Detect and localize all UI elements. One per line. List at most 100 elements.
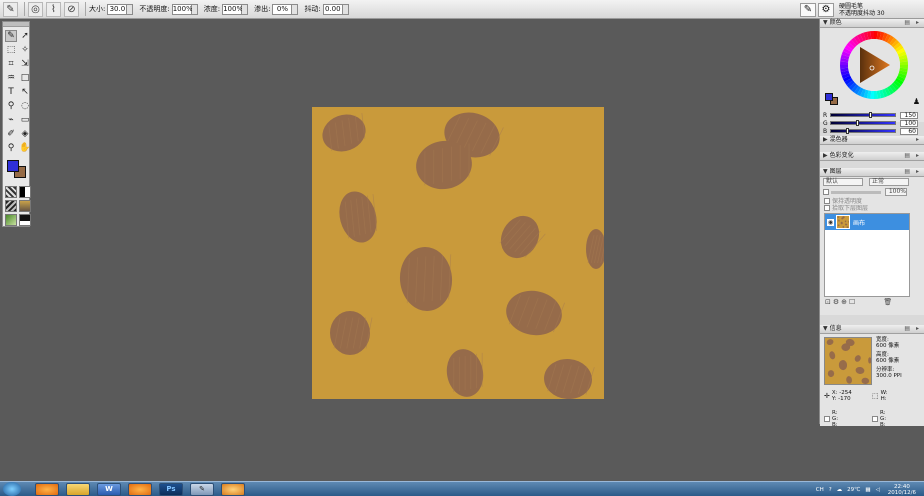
- color-wheel[interactable]: [820, 30, 924, 100]
- brush-library-icon[interactable]: ⚙: [818, 2, 834, 17]
- paper-icon[interactable]: [5, 186, 17, 198]
- pattern-icon[interactable]: [19, 186, 31, 198]
- network-icon[interactable]: ▦: [865, 487, 870, 493]
- blend-mode-select[interactable]: 正常: [869, 178, 909, 186]
- firefox-taskbar-icon[interactable]: [35, 482, 59, 496]
- dropper-icon[interactable]: ⌁: [5, 114, 17, 126]
- weave-icon[interactable]: [19, 200, 31, 212]
- divine-icon[interactable]: ◈: [19, 128, 31, 140]
- red-value-input[interactable]: 150: [900, 111, 918, 119]
- shape-icon[interactable]: □: [19, 72, 31, 84]
- volume-icon[interactable]: ◁: [876, 487, 880, 493]
- red-slider-thumb[interactable]: [869, 112, 872, 118]
- size-stepper[interactable]: [127, 3, 134, 15]
- word-taskbar-icon[interactable]: W: [97, 482, 121, 496]
- layer-commands-icon[interactable]: ⊡: [825, 298, 833, 306]
- red-slider[interactable]: [830, 112, 896, 118]
- panel-menu-icon[interactable]: ▸: [916, 136, 924, 144]
- layer-item-canvas[interactable]: ◉ 画布: [825, 214, 909, 230]
- opacity-input[interactable]: 100%: [171, 3, 193, 15]
- layer-opacity-input[interactable]: 100%: [885, 188, 907, 196]
- app-taskbar-icon[interactable]: [221, 482, 245, 496]
- clock[interactable]: 22:40 2010/12/6: [888, 484, 916, 496]
- magnifier-icon[interactable]: ⚲: [5, 142, 17, 154]
- preserve-transparency-checkbox[interactable]: [824, 197, 830, 204]
- explorer-taskbar-icon[interactable]: [66, 482, 90, 496]
- help-icon[interactable]: ?: [829, 487, 832, 493]
- panel-menu-icon[interactable]: ▤ ▸: [904, 325, 924, 333]
- bleed-input[interactable]: 0%: [272, 3, 293, 15]
- crop-icon[interactable]: ⌗: [5, 58, 17, 70]
- size-input[interactable]: 30.0: [107, 3, 128, 15]
- gradient-icon[interactable]: [5, 200, 17, 212]
- collapse-icon[interactable]: ▼: [823, 168, 828, 176]
- browser-taskbar-icon[interactable]: [128, 482, 152, 496]
- transform-icon[interactable]: ⇲: [19, 58, 31, 70]
- opacity-lock-icon[interactable]: [823, 189, 829, 195]
- brush-preset-selector[interactable]: ✎ ⚙ 硬圆毛笔 不透明度抖动 30: [800, 1, 920, 18]
- collapse-icon[interactable]: ▼: [823, 19, 828, 27]
- lasso-icon[interactable]: ◌: [19, 100, 31, 112]
- bleed-stepper[interactable]: [292, 3, 299, 15]
- brush-tool-icon[interactable]: ✎: [3, 1, 18, 17]
- nozzle-icon[interactable]: [5, 214, 17, 226]
- info-panel-header[interactable]: ▼ 信息 ▤ ▸: [820, 325, 924, 334]
- new-group-icon[interactable]: ⊕: [841, 298, 849, 306]
- dynamic-plugins-icon[interactable]: ⚙: [833, 298, 841, 306]
- document-thumbnail: [824, 337, 872, 385]
- layers-panel-header[interactable]: ▼ 图层 ▤ ▸: [820, 168, 924, 177]
- cloner-icon[interactable]: ⚲: [5, 100, 17, 112]
- paint-bucket-icon[interactable]: ♒: [5, 72, 17, 84]
- toolbar-separator: [85, 2, 86, 16]
- photoshop-taskbar-icon[interactable]: Ps: [159, 482, 183, 496]
- density-input[interactable]: 100%: [222, 3, 243, 15]
- text-tool-icon[interactable]: T: [5, 86, 17, 98]
- jitter-input[interactable]: 0.00: [322, 3, 343, 15]
- layer-opacity-slider[interactable]: [831, 190, 881, 194]
- pick-down-row[interactable]: 拾取下层图层: [820, 204, 924, 212]
- panel-foreground-swatch[interactable]: [825, 93, 833, 101]
- look-icon[interactable]: [19, 214, 31, 226]
- start-button[interactable]: [3, 482, 21, 496]
- hand-icon[interactable]: ✋: [19, 142, 31, 154]
- panel-menu-icon[interactable]: ▤ ▸: [904, 152, 924, 160]
- green-value-input[interactable]: 100: [900, 119, 918, 127]
- pick-down-checkbox[interactable]: [824, 204, 830, 211]
- opacity-stepper[interactable]: [191, 3, 198, 15]
- green-slider[interactable]: [830, 120, 896, 126]
- expand-icon[interactable]: ▶: [823, 136, 828, 144]
- brush-tool-icon[interactable]: ✎: [5, 30, 17, 42]
- layer-adjuster-icon[interactable]: ➚: [19, 30, 31, 42]
- rect-select-icon[interactable]: ⬚: [5, 44, 17, 56]
- language-indicator[interactable]: CH: [816, 487, 824, 493]
- pick-down-label: 拾取下层图层: [832, 205, 869, 212]
- composite-method-select[interactable]: 默认: [823, 178, 863, 186]
- visibility-eye-icon[interactable]: ◉: [827, 218, 834, 226]
- brush-shape-icon[interactable]: ◎: [28, 1, 43, 17]
- pen-tool-icon[interactable]: ↖: [19, 86, 31, 98]
- blue-slider[interactable]: [830, 128, 896, 134]
- mixer-panel-header[interactable]: ▶ 混色器 ▸: [820, 136, 924, 145]
- color-panel-header[interactable]: ▼ 颜色 ▤ ▸: [820, 19, 924, 28]
- green-slider-thumb[interactable]: [856, 120, 859, 126]
- eraser-icon[interactable]: ▭: [19, 114, 31, 126]
- stabilizer-icon[interactable]: ⊘: [64, 1, 79, 17]
- color-variation-panel-header[interactable]: ▶ 色彩变化 ▤ ▸: [820, 152, 924, 161]
- density-stepper[interactable]: [242, 3, 249, 15]
- collapse-icon[interactable]: ▼: [823, 325, 828, 333]
- clone-color-icon[interactable]: ♟: [913, 97, 920, 106]
- painter-taskbar-icon[interactable]: ✎: [190, 482, 214, 496]
- jitter-stepper[interactable]: [342, 3, 349, 15]
- delete-layer-icon[interactable]: 🗑: [883, 298, 894, 306]
- new-layer-icon[interactable]: ☐: [849, 298, 857, 306]
- document-canvas[interactable]: [312, 107, 604, 399]
- magic-wand-icon[interactable]: ✧: [19, 44, 31, 56]
- expand-icon[interactable]: ▶: [823, 152, 828, 160]
- pencil-icon[interactable]: ✐: [5, 128, 17, 140]
- panel-menu-icon[interactable]: ▤ ▸: [904, 19, 924, 27]
- panel-menu-icon[interactable]: ▤ ▸: [904, 168, 924, 176]
- foreground-color-swatch[interactable]: [7, 160, 19, 172]
- blue-slider-thumb[interactable]: [846, 128, 849, 134]
- pressure-icon[interactable]: ⌇: [46, 1, 61, 17]
- blue-value-input[interactable]: 60: [900, 127, 918, 135]
